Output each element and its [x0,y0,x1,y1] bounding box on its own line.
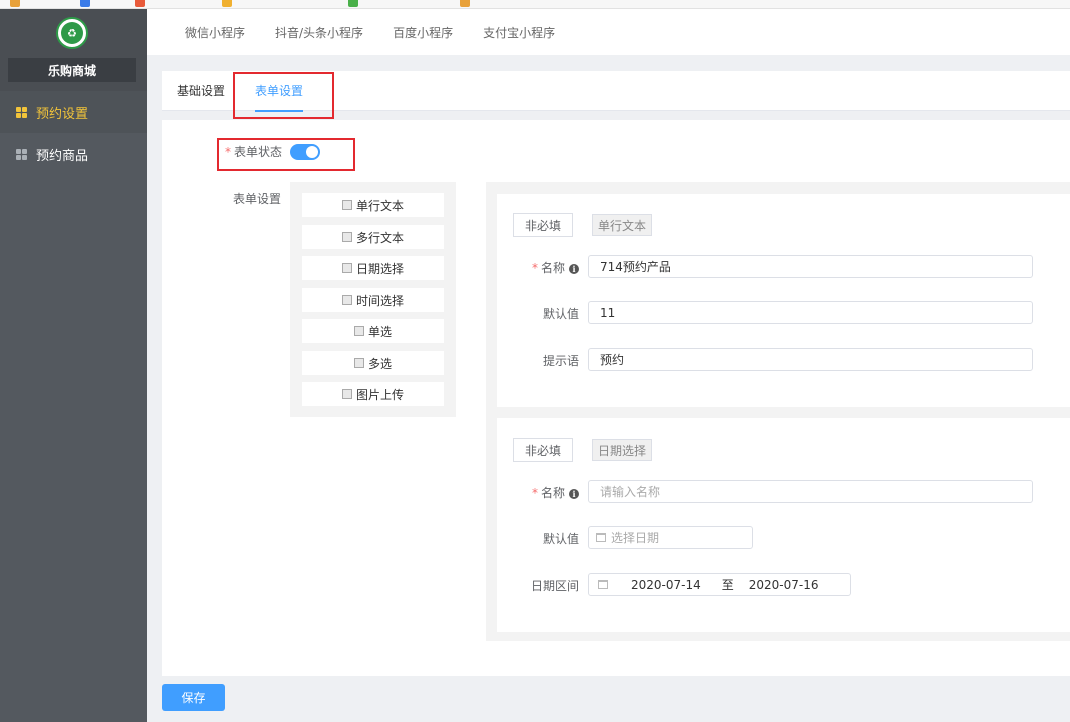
grid-icon [16,106,27,118]
clock-icon [341,295,352,305]
date-range-label: 日期区间 [531,579,580,593]
range-start-date[interactable]: 2020-07-14 [631,578,701,592]
field-name-label: * 名称 i [532,259,580,276]
bookmark-icon [135,0,145,7]
hint-label: 提示语 [543,354,580,368]
sidebar-item-booking-products[interactable]: 预约商品 [0,133,147,175]
platform-tabs: 微信小程序 抖音/头条小程序 百度小程序 支付宝小程序 [147,9,1070,55]
sidebar-item-label: 预约商品 [36,148,89,164]
tab-alipay-miniprogram[interactable]: 支付宝小程序 [483,24,555,41]
bookmark-icon [222,0,232,7]
brand-name: 乐购商城 [8,58,136,82]
required-toggle-button[interactable]: 非必填 [513,438,573,462]
tab-basic-settings[interactable]: 基础设置 [177,71,225,111]
radio-icon [353,326,364,336]
range-separator: 至 [721,578,734,592]
grid-icon [16,148,27,160]
required-asterisk: * [225,145,231,159]
palette-item-multi-line-text[interactable]: 多行文本 [302,225,444,249]
sidebar-item-label: 预约设置 [36,106,89,122]
tab-baidu-miniprogram[interactable]: 百度小程序 [393,24,453,41]
bookmark-item[interactable] [460,0,470,8]
image-icon [341,389,352,399]
required-toggle-button[interactable]: 非必填 [513,213,573,237]
bookmark-item[interactable] [80,0,90,8]
field-name-input[interactable]: 714预约产品 [588,255,1033,278]
tab-douyin-miniprogram[interactable]: 抖音/头条小程序 [275,24,363,41]
save-button[interactable]: 保存 [162,684,225,711]
default-date-picker[interactable]: 选择日期 [588,526,753,549]
palette-item-single-line-text[interactable]: 单行文本 [302,193,444,217]
sidebar-item-booking-settings[interactable]: 预约设置 [0,91,147,133]
calendar-icon [596,533,606,542]
component-palette: 单行文本 多行文本 日期选择 时间选择 单选 多选 图片上传 [290,182,456,417]
field-name-label: * 名称 i [532,484,580,501]
field-config-panel [497,418,1070,632]
bookmark-icon [80,0,90,7]
bookmark-icon [348,0,358,7]
textarea-icon [341,232,352,242]
calendar-icon [341,263,352,273]
hint-input[interactable]: 预约 [588,348,1033,371]
sidebar: ♻ 乐购商城 预约设置 预约商品 [0,9,147,722]
bookmark-item[interactable] [222,0,232,8]
form-settings-label: 表单设置 [233,192,282,206]
star-icon [10,0,20,7]
bookmark-item[interactable] [135,0,145,8]
brand-area: ♻ 乐购商城 [0,9,147,91]
info-icon[interactable]: i [569,488,580,499]
recycle-icon: ♻ [61,22,83,44]
bookmark-item[interactable] [10,0,20,8]
default-value-label: 默认值 [543,307,580,321]
bookmark-item[interactable] [348,0,358,8]
palette-item-time-picker[interactable]: 时间选择 [302,288,444,312]
palette-item-radio[interactable]: 单选 [302,319,444,343]
info-icon[interactable]: i [569,263,580,274]
bookmarks-bar [0,0,1070,9]
range-end-date[interactable]: 2020-07-16 [749,578,819,592]
palette-item-checkbox[interactable]: 多选 [302,351,444,375]
palette-item-image-upload[interactable]: 图片上传 [302,382,444,406]
calendar-icon [598,580,608,589]
settings-tabs: 基础设置 表单设置 [162,71,1070,112]
palette-item-date-picker[interactable]: 日期选择 [302,256,444,280]
text-field-icon [341,200,352,210]
form-status-label: * 表单状态 [225,145,283,159]
tab-wechat-miniprogram[interactable]: 微信小程序 [185,24,245,41]
checkbox-icon [353,358,364,368]
field-name-input[interactable]: 请输入名称 [588,480,1033,503]
default-value-input[interactable]: 11 [588,301,1033,324]
date-range-picker[interactable]: 2020-07-14 至 2020-07-16 [588,573,851,596]
brand-logo[interactable]: ♻ [56,17,88,49]
tab-form-settings[interactable]: 表单设置 [255,71,304,112]
toggle-knob [306,146,318,158]
default-value-label: 默认值 [543,532,580,546]
field-type-tag: 日期选择 [592,439,653,461]
form-status-toggle[interactable] [290,144,320,160]
bookmark-icon [460,0,470,7]
field-type-tag: 单行文本 [592,214,653,236]
